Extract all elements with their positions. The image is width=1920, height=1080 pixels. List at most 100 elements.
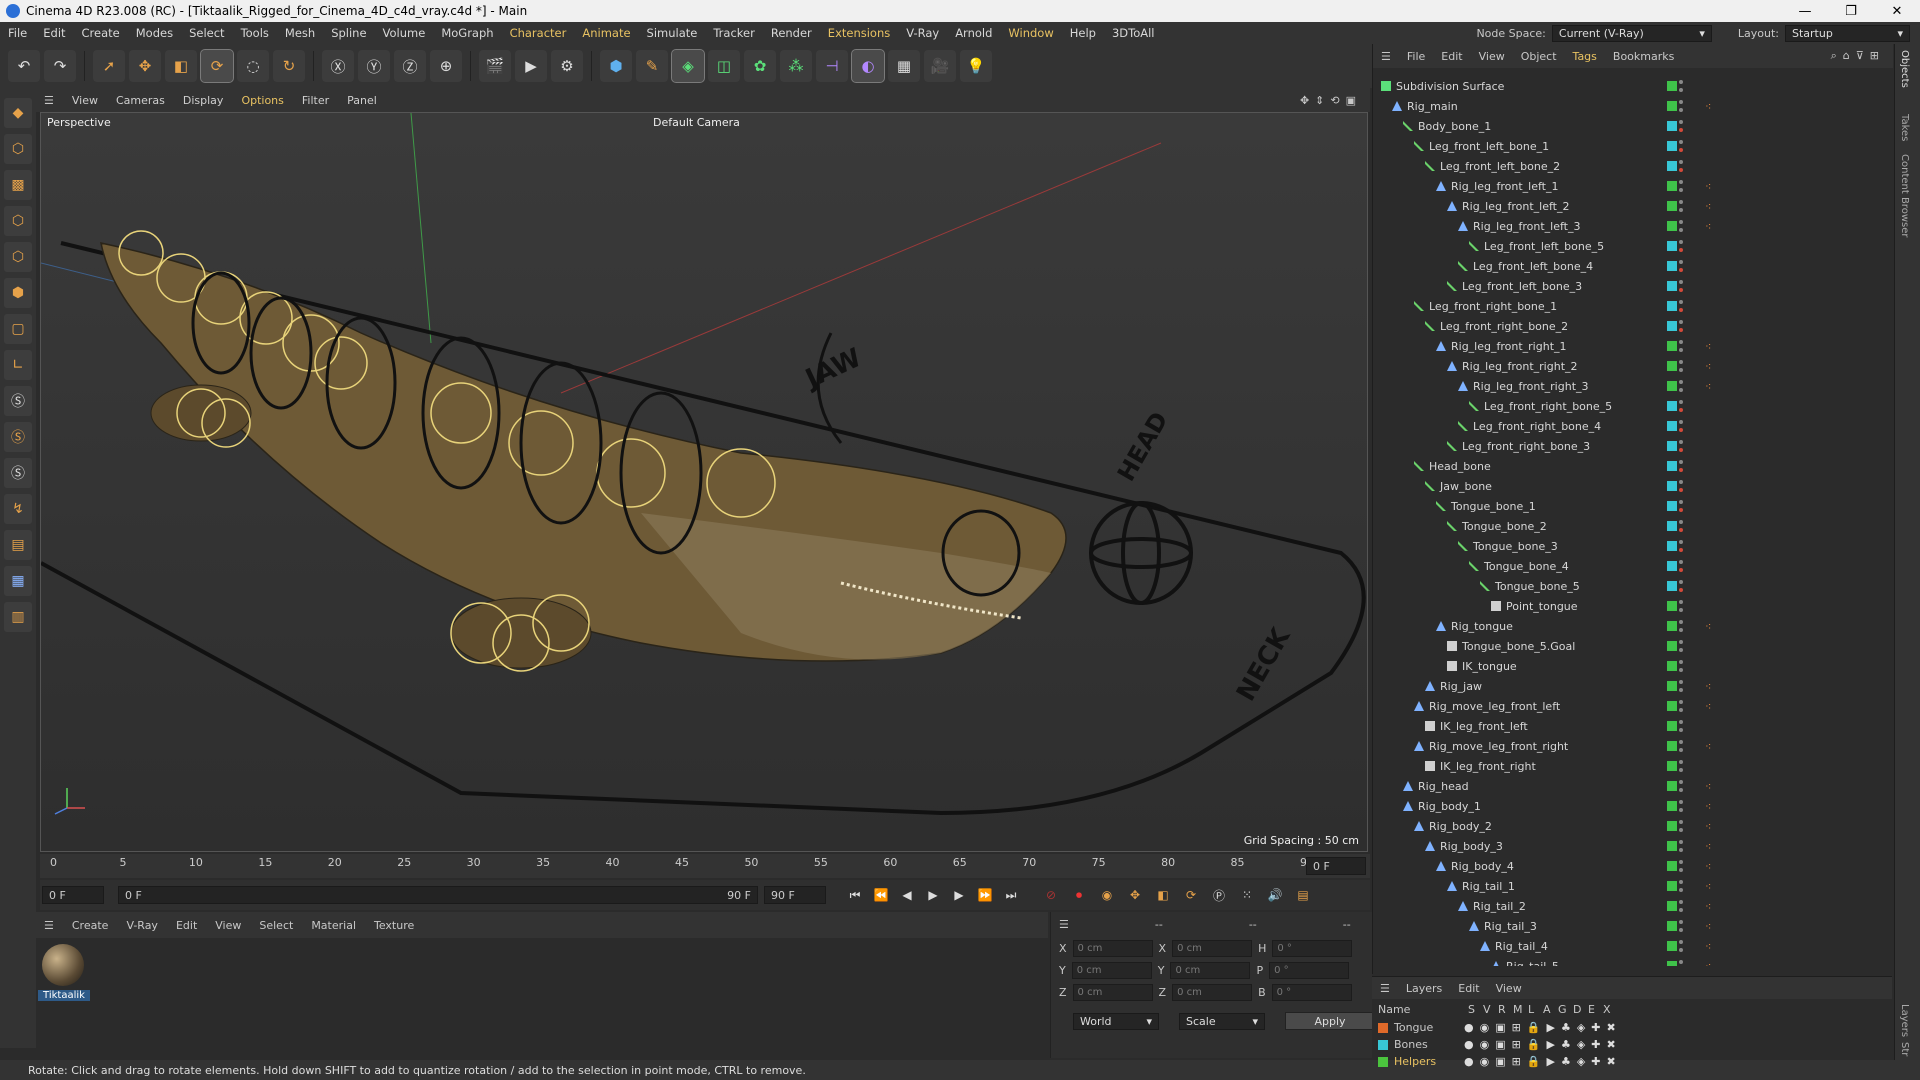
- hamburger-icon[interactable]: ☰: [1059, 918, 1069, 931]
- layer-color-tag[interactable]: [1667, 281, 1677, 291]
- side-tab-layers[interactable]: Layers: [1899, 1004, 1910, 1037]
- minimize-button[interactable]: —: [1782, 4, 1828, 19]
- object-row[interactable]: IK_leg_front_right: [1373, 756, 1883, 776]
- menu-edit[interactable]: Edit: [35, 26, 73, 40]
- layer-color-tag[interactable]: [1667, 341, 1677, 351]
- menu-vray[interactable]: V-Ray: [898, 26, 947, 40]
- position-y-field[interactable]: 0 cm: [1071, 962, 1152, 979]
- layer-toggle-icons[interactable]: ●◉▣⊞🔒▶♣◈✚✖: [1464, 1038, 1622, 1051]
- layer-color-tag[interactable]: [1667, 801, 1677, 811]
- layer-color-tag[interactable]: [1667, 481, 1677, 491]
- om-menu-file[interactable]: File: [1407, 50, 1425, 63]
- layer-color-tag[interactable]: [1667, 821, 1677, 831]
- visibility-dots[interactable]: [1679, 440, 1683, 452]
- object-row[interactable]: Rig_tail_5 ⁖: [1373, 956, 1883, 966]
- visibility-dots[interactable]: [1679, 900, 1683, 912]
- menu-spline[interactable]: Spline: [323, 26, 374, 40]
- viewport-menu-filter[interactable]: Filter: [302, 94, 329, 107]
- side-tab-objects[interactable]: Objects: [1899, 50, 1910, 88]
- record-button[interactable]: ⏺: [1068, 884, 1090, 906]
- constraint-tag-icon[interactable]: ⁖: [1705, 100, 1711, 113]
- go-to-start-button[interactable]: ⏮: [844, 884, 866, 906]
- size-mode-dropdown[interactable]: Scale ▾: [1179, 1012, 1265, 1030]
- menu-help[interactable]: Help: [1062, 26, 1104, 40]
- layers-menu-view[interactable]: View: [1496, 982, 1522, 995]
- visibility-dots[interactable]: [1679, 840, 1683, 852]
- hamburger-icon[interactable]: ☰: [44, 919, 54, 932]
- close-button[interactable]: ✕: [1874, 4, 1920, 19]
- node-space-dropdown[interactable]: Current (V-Ray) ▾: [1551, 24, 1712, 42]
- visibility-dots[interactable]: [1679, 480, 1683, 492]
- menu-create[interactable]: Create: [74, 26, 128, 40]
- visibility-dots[interactable]: [1679, 400, 1683, 412]
- layer-row[interactable]: Tongue ●◉▣⊞🔒▶♣◈✚✖: [1372, 1019, 1892, 1036]
- hamburger-icon[interactable]: ☰: [1380, 982, 1390, 995]
- layer-color-tag[interactable]: [1667, 161, 1677, 171]
- side-tab-structure[interactable]: Str: [1899, 1042, 1910, 1056]
- axis-mode-button[interactable]: ∟: [4, 350, 32, 380]
- polygons-mode-button[interactable]: ⬢: [4, 278, 32, 308]
- size-y-field[interactable]: 0 cm: [1170, 962, 1251, 979]
- object-row[interactable]: Rig_leg_front_left_2 ⁖: [1373, 196, 1883, 216]
- visibility-dots[interactable]: [1679, 600, 1683, 612]
- deformer-button[interactable]: ⊣: [816, 50, 848, 82]
- object-row[interactable]: Rig_leg_front_left_3 ⁖: [1373, 216, 1883, 236]
- visibility-dots[interactable]: [1679, 340, 1683, 352]
- visibility-dots[interactable]: [1679, 640, 1683, 652]
- visibility-dots[interactable]: [1679, 540, 1683, 552]
- layer-color-tag[interactable]: [1667, 581, 1677, 591]
- visibility-dots[interactable]: [1679, 120, 1683, 132]
- constraint-tag-icon[interactable]: ⁖: [1705, 940, 1711, 953]
- object-row[interactable]: Tongue_bone_3: [1373, 536, 1883, 556]
- viewport-camera-label[interactable]: Default Camera: [653, 116, 740, 129]
- visibility-dots[interactable]: [1679, 920, 1683, 932]
- material-menu-select[interactable]: Select: [259, 919, 293, 932]
- layer-color-tag[interactable]: [1667, 541, 1677, 551]
- constraint-tag-icon[interactable]: ⁖: [1705, 880, 1711, 893]
- material-menu-material[interactable]: Material: [311, 919, 356, 932]
- menu-animate[interactable]: Animate: [574, 26, 638, 40]
- layer-color-tag[interactable]: [1667, 621, 1677, 631]
- object-row[interactable]: Subdivision Surface: [1373, 76, 1883, 96]
- object-row[interactable]: Rig_leg_front_right_3 ⁖: [1373, 376, 1883, 396]
- object-row[interactable]: Rig_main ⁖: [1373, 96, 1883, 116]
- object-row[interactable]: Point_tongue: [1373, 596, 1883, 616]
- key-parameter-button[interactable]: Ⓟ: [1208, 884, 1230, 906]
- object-tree[interactable]: Subdivision Surface Rig_main ⁖ Body_bone_1 L…: [1373, 76, 1883, 966]
- material-menu-view[interactable]: View: [215, 919, 241, 932]
- render-picture-viewer-button[interactable]: ▶: [515, 50, 547, 82]
- object-row[interactable]: Leg_front_left_bone_1: [1373, 136, 1883, 156]
- object-row[interactable]: Rig_tail_3 ⁖: [1373, 916, 1883, 936]
- layer-color-tag[interactable]: [1667, 561, 1677, 571]
- object-row[interactable]: Rig_tail_1 ⁖: [1373, 876, 1883, 896]
- constraint-tag-icon[interactable]: ⁖: [1705, 700, 1711, 713]
- object-row[interactable]: Rig_head ⁖: [1373, 776, 1883, 796]
- viewport-navigation-icons[interactable]: ✥⇕⟲▣: [1300, 94, 1370, 107]
- layer-color-tag[interactable]: [1667, 661, 1677, 671]
- object-row[interactable]: Tongue_bone_5: [1373, 576, 1883, 596]
- rotation-p-field[interactable]: 0 °: [1269, 962, 1350, 979]
- previous-frame-button[interactable]: ◀: [896, 884, 918, 906]
- object-row[interactable]: Rig_body_2 ⁖: [1373, 816, 1883, 836]
- object-row[interactable]: Jaw_bone: [1373, 476, 1883, 496]
- end-frame-field[interactable]: 90 F: [764, 886, 826, 904]
- points-mode-button[interactable]: ⬡: [4, 206, 32, 236]
- menu-arnold[interactable]: Arnold: [947, 26, 1000, 40]
- viewport-menu-view[interactable]: View: [72, 94, 98, 107]
- hamburger-icon[interactable]: ☰: [1381, 50, 1391, 63]
- om-search-filter-icons[interactable]: ⌕⌂⊽⊞: [1831, 49, 1893, 63]
- play-button[interactable]: ▶: [922, 884, 944, 906]
- constraint-tag-icon[interactable]: ⁖: [1705, 920, 1711, 933]
- object-row[interactable]: Leg_front_right_bone_2: [1373, 316, 1883, 336]
- visibility-dots[interactable]: [1679, 300, 1683, 312]
- layers-menu-edit[interactable]: Edit: [1458, 982, 1479, 995]
- snap-settings-button[interactable]: Ⓢ: [4, 458, 32, 488]
- constraint-tag-icon[interactable]: ⁖: [1705, 220, 1711, 233]
- side-tab-content-browser[interactable]: Content Browser: [1899, 154, 1910, 237]
- object-row[interactable]: Leg_front_right_bone_3: [1373, 436, 1883, 456]
- constraint-tag-icon[interactable]: ⁖: [1705, 900, 1711, 913]
- light-button[interactable]: 💡: [960, 50, 992, 82]
- visibility-dots[interactable]: [1679, 280, 1683, 292]
- layer-color-tag[interactable]: [1667, 441, 1677, 451]
- visibility-dots[interactable]: [1679, 360, 1683, 372]
